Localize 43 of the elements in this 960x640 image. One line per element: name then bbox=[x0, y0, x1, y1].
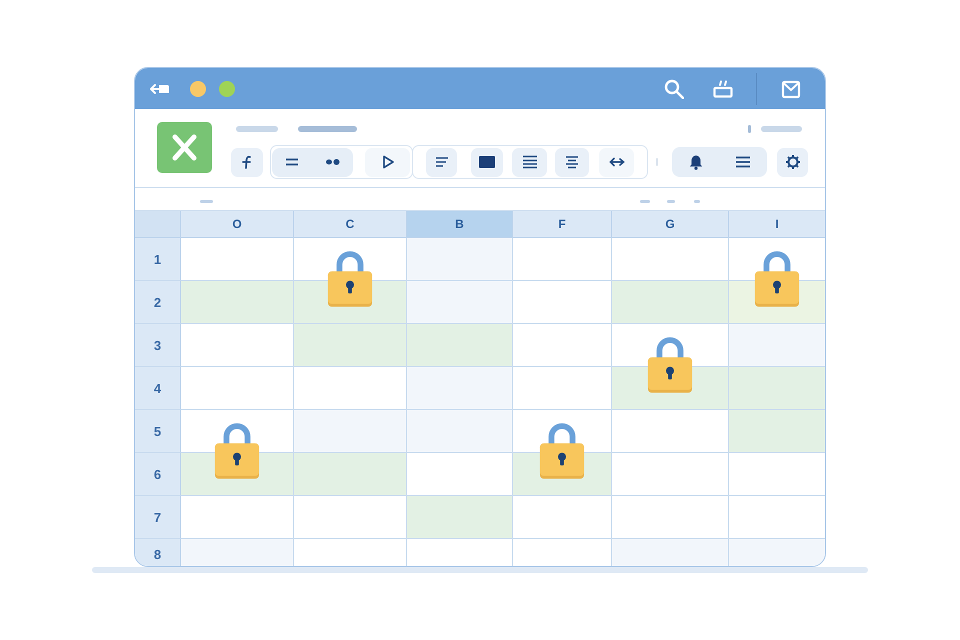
column-header[interactable]: B bbox=[407, 211, 513, 238]
row-header[interactable]: 6 bbox=[135, 453, 181, 496]
bell-icon bbox=[688, 154, 704, 170]
search-icon[interactable] bbox=[664, 78, 684, 98]
fill-button[interactable] bbox=[471, 148, 503, 176]
dots-icon bbox=[324, 158, 341, 166]
row-header[interactable]: 7 bbox=[135, 496, 181, 539]
text-placeholder bbox=[236, 126, 278, 132]
menu-icon bbox=[735, 154, 752, 170]
align-left-icon bbox=[434, 154, 450, 170]
arrow-icon[interactable] bbox=[150, 82, 170, 94]
column-header[interactable]: I bbox=[729, 211, 825, 238]
text-placeholder bbox=[200, 200, 213, 202]
row-header[interactable]: 3 bbox=[135, 324, 181, 367]
tray-icon[interactable] bbox=[713, 80, 733, 98]
text-placeholder bbox=[761, 126, 802, 132]
play-button[interactable] bbox=[365, 148, 410, 176]
column-header[interactable]: G bbox=[612, 211, 729, 238]
justify-button[interactable] bbox=[512, 148, 547, 176]
row-header[interactable]: 4 bbox=[135, 367, 181, 410]
x-tile-icon[interactable] bbox=[157, 122, 212, 173]
align-center-button[interactable] bbox=[555, 148, 589, 176]
settings-button[interactable] bbox=[777, 148, 808, 176]
column-header[interactable]: C bbox=[294, 211, 407, 238]
gear-icon bbox=[784, 154, 800, 170]
square-icon bbox=[479, 154, 495, 170]
column-header[interactable]: O bbox=[181, 211, 294, 238]
align-left-button[interactable] bbox=[426, 148, 457, 176]
text-placeholder bbox=[748, 125, 751, 133]
row-header[interactable]: 8 bbox=[135, 539, 181, 566]
row-header[interactable]: 2 bbox=[135, 281, 181, 324]
text-placeholder bbox=[694, 200, 700, 202]
text-placeholder bbox=[640, 200, 650, 202]
column-header[interactable]: F bbox=[513, 211, 612, 238]
function-button[interactable] bbox=[231, 148, 263, 176]
text-placeholder bbox=[667, 200, 675, 202]
arrows-button[interactable] bbox=[599, 148, 634, 176]
align-center-icon bbox=[564, 154, 580, 170]
envelope-icon[interactable] bbox=[781, 78, 801, 98]
justify-icon bbox=[522, 154, 538, 170]
row-header[interactable]: 5 bbox=[135, 410, 181, 453]
row-header[interactable]: 1 bbox=[135, 238, 181, 281]
text-placeholder bbox=[298, 126, 357, 132]
